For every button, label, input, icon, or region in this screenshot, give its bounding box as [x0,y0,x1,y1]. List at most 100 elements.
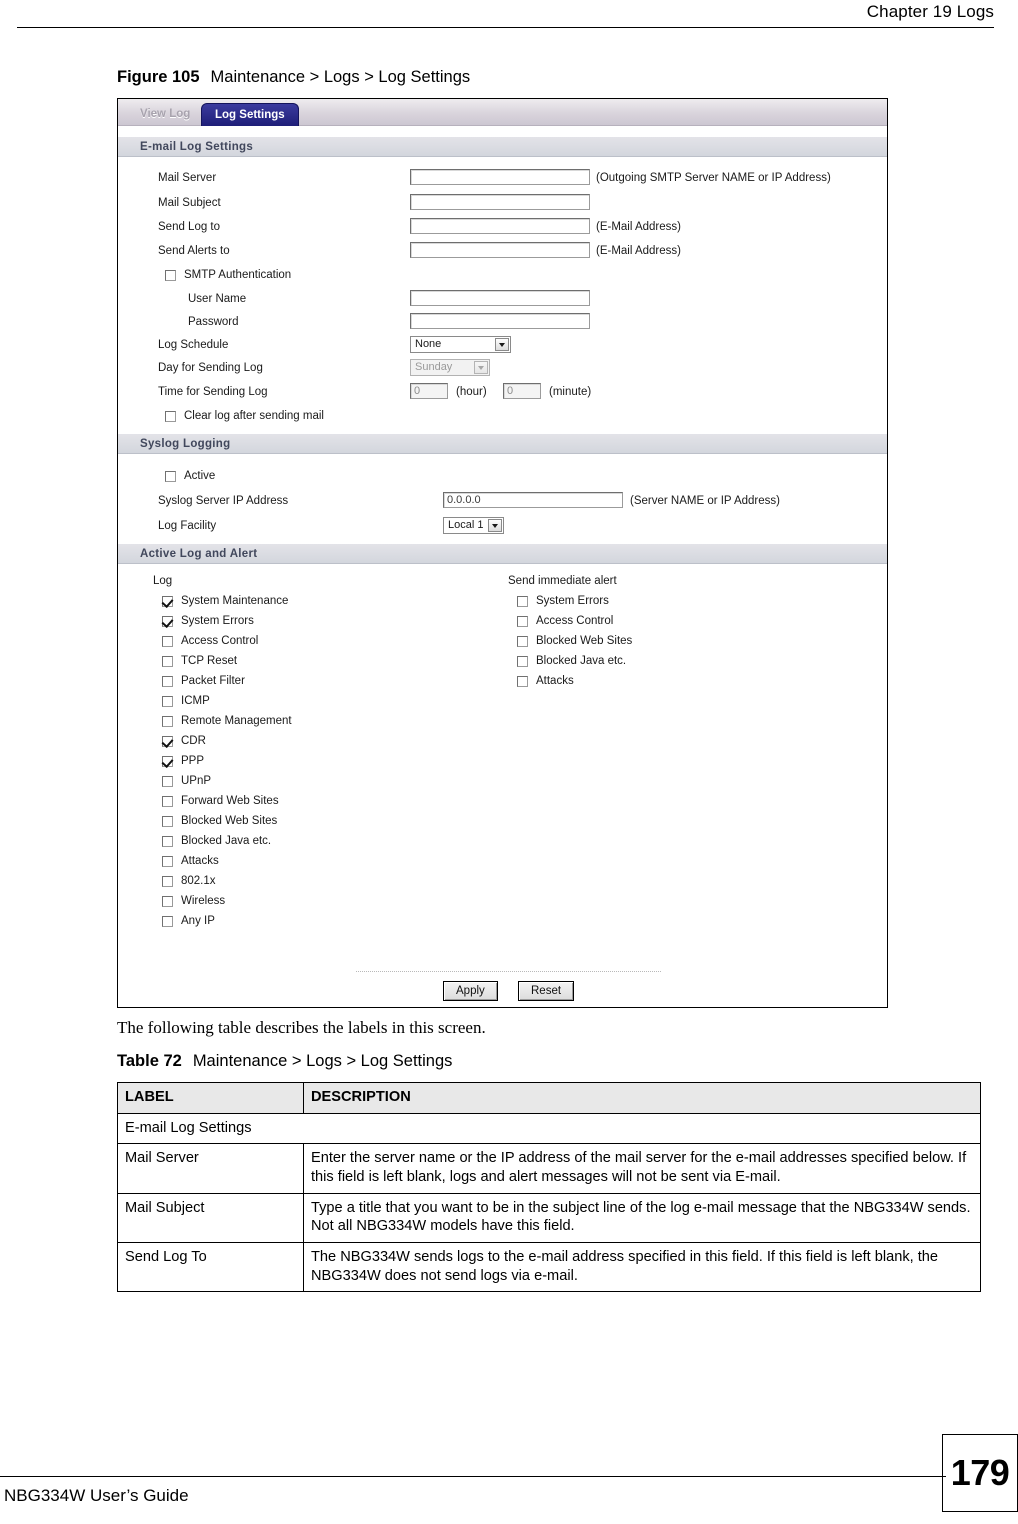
mail-subject-input[interactable] [410,194,590,210]
send-alerts-to-input[interactable] [410,242,590,258]
field-syslog-active: Active [118,466,887,490]
field-mail-subject: Mail Subject [118,192,887,216]
alert-checkbox-2[interactable] [517,636,528,647]
mail-server-input[interactable] [410,169,590,185]
table-number: Table 72 [117,1052,182,1070]
table-cell-label: Send Log To [117,1242,304,1293]
table-row: E-mail Log Settings [117,1112,981,1145]
figure-caption: Figure 105 Maintenance > Logs > Log Setti… [117,68,470,87]
field-user-name: User Name [118,289,887,312]
active-log-columns: Log Send immediate alert System Maintena… [118,564,887,927]
time-for-sending-log-label: Time for Sending Log [158,386,268,398]
log-checkbox-label-9: UPnP [181,775,212,787]
figure-number: Figure 105 [117,68,200,86]
log-checkbox-11[interactable] [162,816,173,827]
alert-column-title: Send immediate alert [508,575,617,587]
mail-server-hint: (Outgoing SMTP Server NAME or IP Address… [596,172,831,184]
log-checkbox-label-5: ICMP [181,695,210,707]
time-minute-input[interactable]: 0 [503,383,541,399]
send-log-to-label: Send Log to [158,221,221,233]
syslog-server-ip-hint: (Server NAME or IP Address) [630,495,780,507]
log-schedule-select[interactable]: None [410,336,511,353]
alert-checkbox-label-3: Blocked Java etc. [536,655,627,667]
syslog-active-checkbox[interactable] [165,471,176,482]
field-send-alerts-to: Send Alerts to (E-Mail Address) [118,240,887,264]
section-header-email-log-settings: E-mail Log Settings [118,136,887,157]
alert-checkbox-1[interactable] [517,616,528,627]
log-checkbox-label-8: PPP [181,755,205,767]
log-checkbox-label-16: Any IP [181,915,215,927]
log-checkbox-12[interactable] [162,836,173,847]
log-checkbox-label-15: Wireless [181,895,226,907]
log-checkbox-label-6: Remote Management [181,715,292,727]
send-alerts-to-hint: (E-Mail Address) [596,245,681,257]
field-smtp-authentication: SMTP Authentication [118,264,887,289]
page-number: 179 [942,1434,1018,1512]
clear-log-checkbox[interactable] [165,411,176,422]
alert-checkbox-0[interactable] [517,596,528,607]
log-checkbox-16[interactable] [162,916,173,927]
table-caption: Table 72 Maintenance > Logs > Log Setting… [117,1052,452,1071]
log-checkbox-10[interactable] [162,796,173,807]
log-checkbox-label-4: Packet Filter [181,675,245,687]
alert-checkbox-4[interactable] [517,676,528,687]
password-input[interactable] [410,313,590,329]
log-checkbox-0[interactable] [162,596,173,607]
log-checkbox-14[interactable] [162,876,173,887]
page-footer: NBG334W User’s Guide 179 [0,1434,1018,1524]
log-checkbox-6[interactable] [162,716,173,727]
day-for-sending-log-select: Sunday [410,359,490,376]
send-log-to-hint: (E-Mail Address) [596,221,681,233]
apply-button[interactable]: Apply [443,981,498,1001]
syslog-server-ip-label: Syslog Server IP Address [158,495,289,507]
chapter-title: Chapter 19 Logs [866,2,994,21]
log-checkbox-label-13: Attacks [181,855,219,867]
log-checkbox-13[interactable] [162,856,173,867]
log-facility-value: Local 1 [448,519,484,531]
log-facility-select[interactable]: Local 1 [443,517,504,534]
log-checkbox-2[interactable] [162,636,173,647]
user-name-input[interactable] [410,290,590,306]
settings-form: E-mail Log Settings Mail Server (Outgoin… [118,126,887,927]
field-mail-server: Mail Server (Outgoing SMTP Server NAME o… [118,166,887,192]
time-hour-input[interactable]: 0 [410,383,448,399]
chevron-down-icon[interactable] [495,338,509,351]
log-checkbox-3[interactable] [162,656,173,667]
log-checkbox-9[interactable] [162,776,173,787]
table-row: Mail Server Enter the server name or the … [117,1143,981,1194]
reset-button[interactable]: Reset [518,981,575,1001]
log-checkbox-15[interactable] [162,896,173,907]
alert-checkbox-label-2: Blocked Web Sites [536,635,633,647]
log-checkbox-label-10: Forward Web Sites [181,795,279,807]
alert-checkbox-label-0: System Errors [536,595,609,607]
log-column-title: Log [153,575,173,587]
smtp-authentication-checkbox[interactable] [165,270,176,281]
syslog-server-ip-input[interactable]: 0.0.0.0 [443,492,623,508]
section-header-syslog-logging: Syslog Logging [118,433,887,454]
alert-checkbox-label-1: Access Control [536,615,614,627]
log-checkbox-label-14: 802.1x [181,875,216,887]
log-checkbox-7[interactable] [162,736,173,747]
smtp-authentication-label: SMTP Authentication [184,269,292,281]
log-checkbox-5[interactable] [162,696,173,707]
mail-subject-label: Mail Subject [158,197,221,209]
field-log-schedule: Log Schedule None [118,335,887,358]
mail-server-label: Mail Server [158,172,217,184]
tab-view-log[interactable]: View Log [127,103,203,126]
chevron-down-icon[interactable] [488,519,502,532]
log-checkbox-4[interactable] [162,676,173,687]
log-checkbox-8[interactable] [162,756,173,767]
send-log-to-input[interactable] [410,218,590,234]
table-cell-description: The NBG334W sends logs to the e-mail add… [303,1242,981,1293]
log-facility-label: Log Facility [158,520,217,532]
tab-log-settings[interactable]: Log Settings [201,103,299,126]
time-minute-unit: (minute) [549,386,592,398]
label-description-table: LABEL DESCRIPTION E-mail Log Settings Mai… [117,1082,981,1293]
body-paragraph: The following table describes the labels… [117,1018,486,1037]
table-header-row: LABEL DESCRIPTION [117,1082,981,1114]
field-syslog-server-ip: Syslog Server IP Address 0.0.0.0 (Server… [118,490,887,515]
alert-checkbox-3[interactable] [517,656,528,667]
log-checkbox-label-3: TCP Reset [181,655,238,667]
syslog-active-label: Active [184,470,216,482]
log-checkbox-1[interactable] [162,616,173,627]
